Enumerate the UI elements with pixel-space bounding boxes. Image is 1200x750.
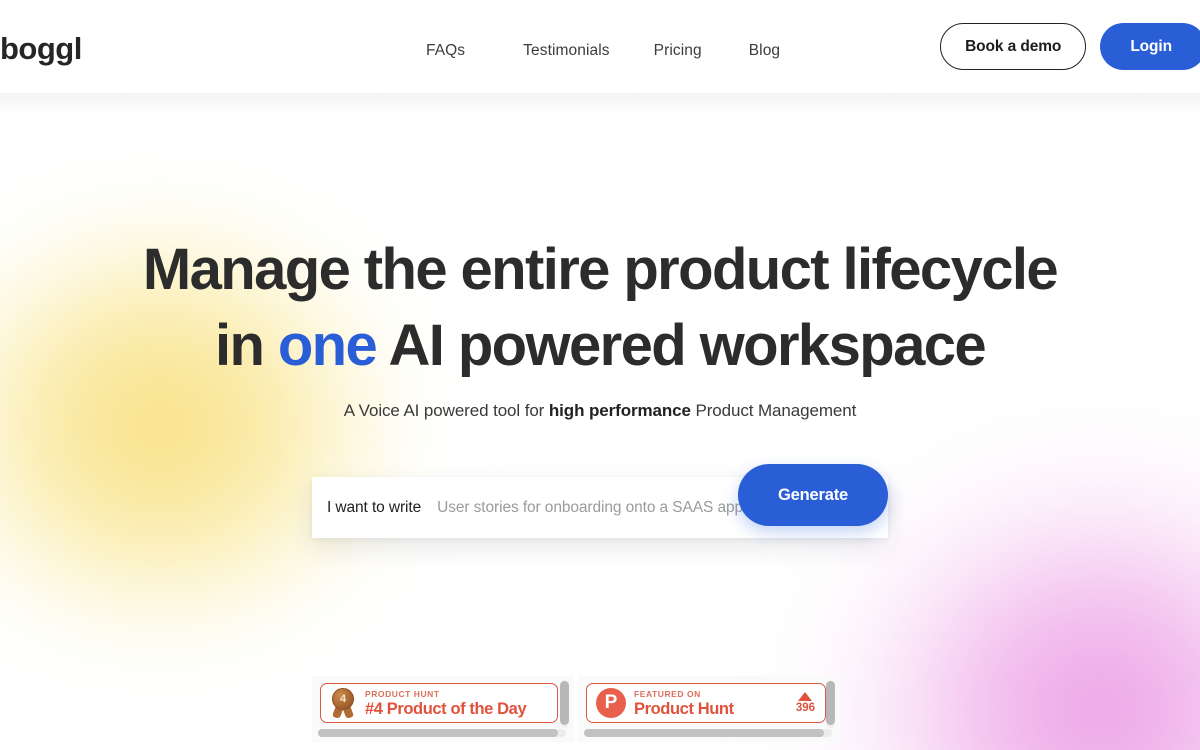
page-subtitle: A Voice AI powered tool for high perform… xyxy=(0,401,1200,421)
badge-upvotes: 396 xyxy=(796,692,815,714)
login-button[interactable]: Login xyxy=(1100,23,1200,70)
upvote-arrow-icon xyxy=(798,692,813,701)
badge-frame-product-of-the-day: 4 PRODUCT HUNT #4 Product of the Day xyxy=(312,676,574,742)
badge-horizontal-scrollbar-thumb[interactable] xyxy=(318,729,558,737)
badge-featured-on-product-hunt[interactable]: P FEATURED ON Product Hunt 396 xyxy=(586,683,826,723)
main-navigation: FAQs Testimonials Pricing Blog xyxy=(426,42,780,60)
subtitle-post: Product Management xyxy=(690,401,857,420)
brand-logo[interactable]: boggl xyxy=(0,31,82,67)
prompt-label: I want to write xyxy=(327,498,422,516)
prompt-bar: I want to write Generate xyxy=(312,464,888,538)
header-actions: Book a demo Login xyxy=(940,23,1200,70)
headline-accent-word: one xyxy=(277,313,378,378)
badge-horizontal-scrollbar-thumb[interactable] xyxy=(584,729,824,737)
subtitle-emphasis: high performance xyxy=(548,401,691,420)
badge-title: Product Hunt xyxy=(634,699,734,718)
badge-vertical-scrollbar-thumb[interactable] xyxy=(560,681,569,725)
nav-link-faqs[interactable]: FAQs xyxy=(426,42,465,60)
header-shadow xyxy=(0,93,1200,113)
badge-text-group: PRODUCT HUNT #4 Product of the Day xyxy=(365,688,527,719)
book-demo-button[interactable]: Book a demo xyxy=(940,23,1087,70)
nav-link-blog[interactable]: Blog xyxy=(749,42,780,60)
product-hunt-badges: 4 PRODUCT HUNT #4 Product of the Day P F… xyxy=(312,676,888,742)
upvote-count: 396 xyxy=(795,702,815,714)
medal-rank-label: 4 xyxy=(332,688,354,710)
badge-vertical-scrollbar-thumb[interactable] xyxy=(826,681,835,725)
headline-line-2-post: AI powered workspace xyxy=(376,313,987,378)
subtitle-pre: A Voice AI powered tool for xyxy=(343,401,549,420)
badge-product-of-the-day[interactable]: 4 PRODUCT HUNT #4 Product of the Day xyxy=(320,683,558,723)
headline-line-1: Manage the entire product lifecycle xyxy=(142,237,1059,302)
badge-frame-featured-on: P FEATURED ON Product Hunt 396 xyxy=(578,676,840,742)
site-header: boggl FAQs Testimonials Pricing Blog Boo… xyxy=(0,0,1200,93)
product-hunt-logo-icon: P xyxy=(596,688,626,718)
badge-kicker: PRODUCT HUNT xyxy=(365,688,440,699)
nav-link-pricing[interactable]: Pricing xyxy=(654,42,702,60)
page-title: Manage the entire product lifecycle in o… xyxy=(0,232,1200,384)
badge-text-group: FEATURED ON Product Hunt xyxy=(634,688,734,719)
generate-button[interactable]: Generate xyxy=(738,464,888,526)
badge-title: #4 Product of the Day xyxy=(365,699,527,718)
medal-icon: 4 xyxy=(330,688,356,719)
hero-section: Manage the entire product lifecycle in o… xyxy=(0,113,1200,750)
nav-link-testimonials[interactable]: Testimonials xyxy=(523,42,609,60)
headline-line-2-pre: in xyxy=(214,313,278,378)
badge-kicker: FEATURED ON xyxy=(634,688,701,699)
